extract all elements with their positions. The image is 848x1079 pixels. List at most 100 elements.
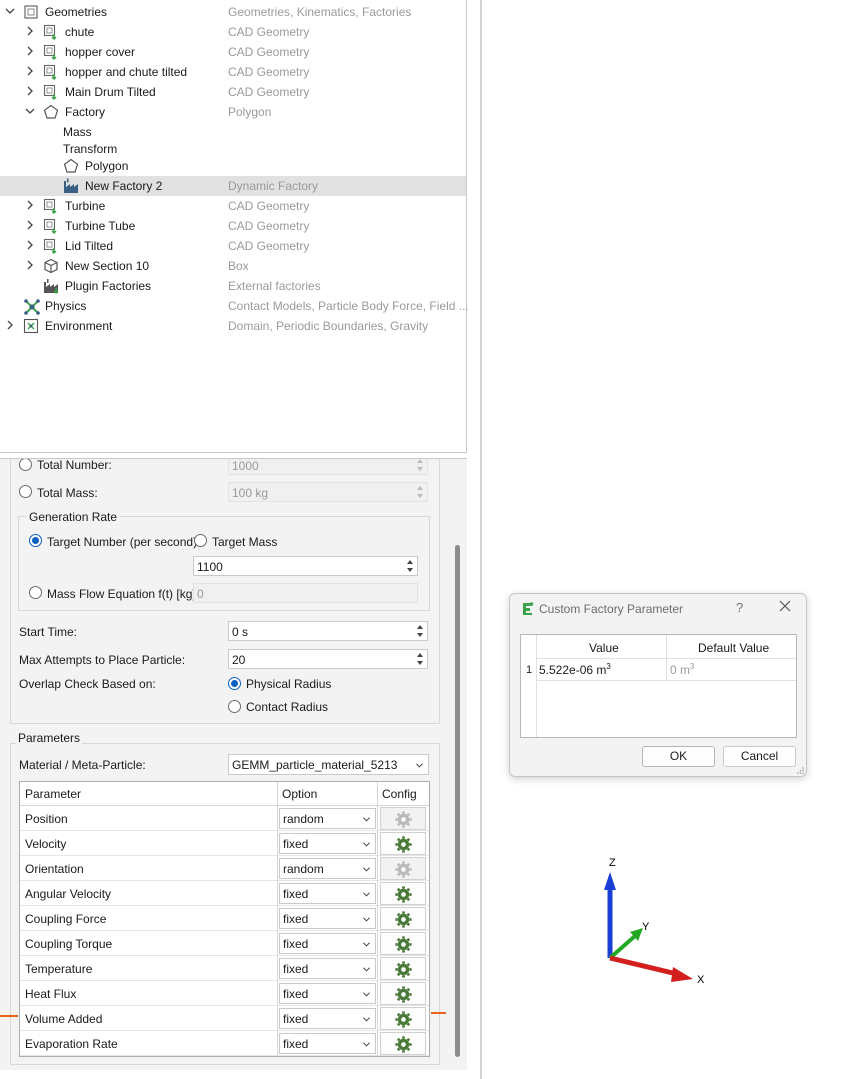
- tree-item-turbine[interactable]: Turbine CAD Geometry: [0, 196, 466, 216]
- tree-item-chute[interactable]: chute CAD Geometry: [0, 22, 466, 42]
- value-cell[interactable]: 5.522e-06 m3: [539, 662, 611, 677]
- resize-grip-icon[interactable]: [796, 766, 804, 774]
- parameter-config-button[interactable]: [380, 1032, 426, 1055]
- parameter-name: Velocity: [25, 837, 67, 851]
- gear-icon: [395, 861, 412, 878]
- tree-item-lid-tilted[interactable]: Lid Tilted CAD Geometry: [0, 236, 466, 256]
- parameter-option-select[interactable]: fixed: [279, 1008, 376, 1029]
- parameter-config-button[interactable]: [380, 907, 426, 930]
- ok-button[interactable]: OK: [642, 746, 715, 767]
- tree-item-plugin-factories[interactable]: Plugin Factories External factories: [0, 276, 466, 296]
- chevron-right-icon[interactable]: [24, 219, 36, 231]
- help-button[interactable]: ?: [736, 600, 743, 615]
- start-time-value: 0 s: [232, 625, 249, 639]
- parameter-option-select[interactable]: fixed: [279, 1033, 376, 1054]
- chevron-right-icon[interactable]: [24, 45, 36, 57]
- parameter-config-button[interactable]: [380, 832, 426, 855]
- mass-flow-radio[interactable]: [29, 586, 42, 599]
- spin-arrows-icon[interactable]: [414, 459, 426, 473]
- chevron-right-icon[interactable]: [24, 259, 36, 271]
- parameter-config-button[interactable]: [380, 1007, 426, 1030]
- cancel-button[interactable]: Cancel: [723, 746, 796, 767]
- physical-radius-label: Physical Radius: [246, 677, 332, 691]
- column-separator: [277, 782, 278, 1056]
- chevron-right-icon[interactable]: [4, 319, 16, 331]
- tree-item-hopper-cover[interactable]: hopper cover CAD Geometry: [0, 42, 466, 62]
- parameter-config-button[interactable]: [380, 857, 426, 880]
- generation-rate-spinbox[interactable]: 1100: [193, 556, 418, 576]
- parameter-option-select[interactable]: fixed: [279, 983, 376, 1004]
- physical-radius-radio[interactable]: [228, 677, 241, 690]
- spin-arrows-icon[interactable]: [404, 558, 416, 574]
- close-icon[interactable]: [778, 599, 792, 613]
- parameter-config-button[interactable]: [380, 982, 426, 1005]
- parameter-option-select[interactable]: fixed: [279, 933, 376, 954]
- tree-item-description: Domain, Periodic Boundaries, Gravity: [228, 319, 429, 333]
- project-tree: Geometries Geometries, Kinematics, Factor…: [0, 0, 469, 453]
- parameter-option-select[interactable]: fixed: [279, 908, 376, 929]
- tree-item-physics[interactable]: Physics Contact Models, Particle Body For…: [0, 296, 469, 316]
- column-header-option[interactable]: Option: [282, 787, 317, 801]
- parameter-config-button[interactable]: [380, 807, 426, 830]
- gear-icon: [395, 1036, 412, 1053]
- panel-divider[interactable]: [480, 0, 482, 1079]
- chevron-down-icon[interactable]: [4, 5, 16, 17]
- parameter-option-select[interactable]: random: [279, 808, 376, 829]
- total-number-spinbox[interactable]: 1000: [228, 459, 428, 475]
- total-mass-radio[interactable]: [19, 485, 32, 498]
- tree-item-description: External factories: [228, 279, 321, 293]
- parameter-option-select[interactable]: fixed: [279, 958, 376, 979]
- spin-arrows-icon[interactable]: [414, 651, 426, 667]
- tree-item-geometries[interactable]: Geometries Geometries, Kinematics, Factor…: [0, 2, 466, 22]
- contact-radius-label: Contact Radius: [246, 700, 329, 714]
- parameter-name: Coupling Torque: [25, 937, 113, 951]
- contact-radius-radio[interactable]: [228, 700, 241, 713]
- default-value-text: 0 m: [670, 663, 691, 677]
- target-number-radio[interactable]: [29, 534, 42, 547]
- mass-flow-input[interactable]: 0: [193, 583, 418, 603]
- column-header-value[interactable]: Value: [589, 641, 619, 655]
- tree-item-main-drum-tilted[interactable]: Main Drum Tilted CAD Geometry: [0, 82, 466, 102]
- tree-item-polygon[interactable]: Polygon: [0, 156, 466, 176]
- tree-item-turbine-tube[interactable]: Turbine Tube CAD Geometry: [0, 216, 466, 236]
- axis-triad: Z Y X: [604, 857, 705, 986]
- parameter-option-select[interactable]: random: [279, 858, 376, 879]
- parameter-config-button[interactable]: [380, 882, 426, 905]
- total-number-radio[interactable]: [19, 459, 32, 471]
- tree-item-description: CAD Geometry: [228, 45, 310, 59]
- parameter-config-button[interactable]: [380, 957, 426, 980]
- total-mass-spinbox[interactable]: 100 kg: [228, 482, 428, 502]
- column-header-config[interactable]: Config: [382, 787, 417, 801]
- tree-item-new-section-10[interactable]: New Section 10 Box: [0, 256, 466, 276]
- overlap-check-label: Overlap Check Based on:: [19, 677, 156, 691]
- target-mass-radio[interactable]: [194, 534, 207, 547]
- parameter-name: Orientation: [25, 862, 84, 876]
- spin-arrows-icon[interactable]: [414, 484, 426, 500]
- start-time-spinbox[interactable]: 0 s: [228, 621, 428, 641]
- parameter-config-button[interactable]: [380, 932, 426, 955]
- parameter-option-select[interactable]: fixed: [279, 883, 376, 904]
- settings-scrollbar[interactable]: [455, 545, 460, 1057]
- polygon-icon: [43, 104, 59, 120]
- chevron-right-icon[interactable]: [24, 25, 36, 37]
- column-header-default-value[interactable]: Default Value: [698, 641, 769, 655]
- max-attempts-spinbox[interactable]: 20: [228, 649, 428, 669]
- parameter-option-select[interactable]: fixed: [279, 833, 376, 854]
- material-value: GEMM_particle_material_5213: [232, 758, 398, 772]
- column-header-parameter[interactable]: Parameter: [25, 787, 81, 801]
- chevron-down-icon: [363, 967, 370, 972]
- chevron-right-icon[interactable]: [24, 199, 36, 211]
- tree-item-factory[interactable]: Factory Polygon: [0, 102, 466, 122]
- chevron-down-icon[interactable]: [24, 105, 36, 117]
- tree-item-label: Environment: [45, 319, 113, 333]
- tree-item-new-factory-2[interactable]: New Factory 2 Dynamic Factory: [0, 176, 466, 196]
- chevron-right-icon[interactable]: [24, 239, 36, 251]
- parameter-row-orientation: Orientation random: [20, 856, 429, 881]
- material-select[interactable]: GEMM_particle_material_5213: [228, 754, 429, 775]
- spin-arrows-icon[interactable]: [414, 623, 426, 639]
- chevron-down-icon: [363, 867, 370, 872]
- chevron-right-icon[interactable]: [24, 85, 36, 97]
- tree-item-hopper-and-chute-tilted[interactable]: hopper and chute tilted CAD Geometry: [0, 62, 466, 82]
- chevron-right-icon[interactable]: [24, 65, 36, 77]
- tree-item-environment[interactable]: Environment Domain, Periodic Boundaries, …: [0, 316, 466, 336]
